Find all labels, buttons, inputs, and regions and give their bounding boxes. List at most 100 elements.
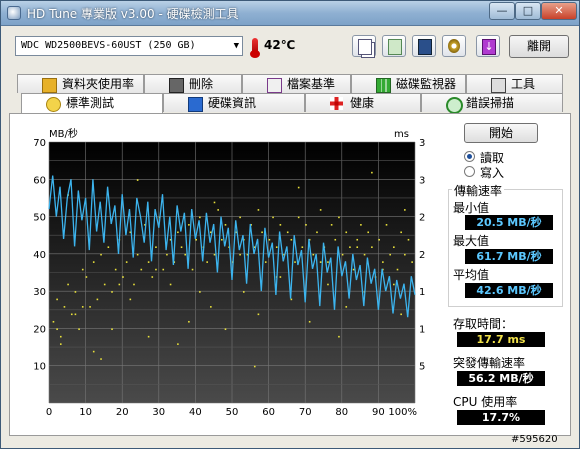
right-axis-ticks: 5 10 15 20 25 30 35: [419, 138, 425, 373]
left-axis-tick-label: 70: [33, 138, 46, 149]
access-time-point: [341, 253, 344, 256]
access-time-point: [239, 216, 241, 219]
x-axis-tick-label: 20: [116, 407, 129, 418]
tab-benchmark[interactable]: 標準測試: [21, 93, 163, 114]
tab-health[interactable]: 健康: [305, 93, 421, 112]
access-time-point: [100, 253, 102, 256]
copy-info-button[interactable]: [352, 35, 376, 57]
left-axis-tick-label: 10: [33, 362, 46, 373]
access-time-point: [334, 238, 337, 241]
tab-tools[interactable]: 工具: [466, 74, 563, 93]
title-bar[interactable]: HD Tune 專業版 v3.00 - 硬碟檢測工具 — □ ✕: [1, 1, 579, 26]
transfer-rate-title: 傳輸速率: [452, 182, 505, 199]
access-time-point: [180, 246, 183, 248]
file-benchmark-icon: [267, 78, 282, 93]
x-axis-tick-label: 90: [372, 407, 385, 418]
max-label: 最大值: [453, 234, 490, 248]
start-button[interactable]: 開始: [464, 123, 538, 143]
access-time-point: [393, 246, 395, 248]
speaker-icon: [491, 78, 506, 93]
access-time-point: [147, 261, 150, 263]
folder-icon: [42, 78, 57, 93]
close-button[interactable]: ✕: [541, 2, 577, 20]
access-time-point: [147, 335, 150, 338]
tab-label: 標準測試: [66, 96, 115, 110]
access-time-point: [111, 328, 113, 331]
access-time-point: [191, 268, 194, 271]
access-time-point: [279, 224, 282, 226]
access-time-point: [338, 335, 340, 338]
app-window: HD Tune 專業版 v3.00 - 硬碟檢測工具 — □ ✕ WDC WD2…: [0, 0, 580, 449]
copy-screenshot-button[interactable]: [382, 35, 406, 57]
access-time-point: [275, 246, 278, 248]
access-time-point: [356, 246, 359, 248]
access-time-point: [74, 291, 77, 293]
download-button[interactable]: ↓: [476, 35, 500, 57]
tab-folder-usage[interactable]: 資料夾使用率: [17, 74, 144, 93]
access-time-point: [188, 320, 190, 323]
window-title: HD Tune 專業版 v3.00 - 硬碟檢測工具: [27, 7, 239, 21]
access-time-point: [253, 365, 256, 368]
access-time-point: [382, 261, 384, 263]
left-axis-tick-label: 60: [33, 175, 46, 186]
access-time-point: [140, 268, 143, 271]
access-time-point: [114, 268, 117, 271]
tab-delete[interactable]: 刪除: [144, 74, 242, 93]
x-axis-tick-label: 80: [335, 407, 348, 418]
write-radio[interactable]: [464, 166, 475, 177]
access-time-point: [356, 238, 359, 241]
right-axis-tick-label: 35: [419, 138, 425, 149]
access-time-point: [92, 261, 95, 263]
exit-button[interactable]: 離開: [509, 35, 569, 58]
temperature-readout: 42℃: [264, 38, 296, 52]
access-time-point: [155, 268, 157, 271]
access-time-point: [111, 291, 113, 293]
toolbar: WDC WD2500BEVS-60UST (250 GB) ▼ 42℃ ↓ 離開: [1, 26, 579, 68]
access-time-point: [118, 283, 121, 286]
avg-value: 42.6 MB/秒: [465, 283, 553, 298]
write-label[interactable]: 寫入: [480, 164, 504, 181]
maximize-button[interactable]: □: [515, 2, 541, 20]
watermark: #595620: [511, 434, 558, 445]
access-time-point: [122, 276, 124, 278]
tab-disk-monitor[interactable]: 磁碟監視器: [351, 74, 466, 93]
x-axis-tick-label: 50: [226, 407, 239, 418]
min-label: 最小值: [453, 201, 490, 215]
read-radio[interactable]: [464, 151, 475, 162]
access-time-point: [301, 246, 304, 248]
tab-row-top: 資料夾使用率 刪除 檔案基準 磁碟監視器 工具: [17, 74, 563, 93]
access-time-point: [56, 328, 58, 331]
access-time-label: 存取時間：: [453, 317, 514, 331]
access-time-point: [74, 313, 77, 316]
access-time-point: [184, 253, 187, 256]
save-button[interactable]: [412, 35, 436, 57]
access-time-point: [136, 253, 139, 256]
access-time-point: [210, 306, 212, 308]
x-axis-tick-label: 0: [46, 407, 52, 418]
drive-select[interactable]: WDC WD2500BEVS-60UST (250 GB) ▼: [15, 36, 243, 56]
access-time-point: [371, 171, 373, 174]
access-time-point: [155, 246, 157, 248]
drive-select-value: WDC WD2500BEVS-60UST (250 GB): [21, 40, 196, 51]
options-button[interactable]: [442, 35, 466, 57]
x-axis-tick-label: 100%: [388, 407, 417, 418]
access-time-point: [290, 238, 293, 241]
access-time-point: [327, 283, 329, 286]
access-time-point: [59, 343, 62, 345]
access-time-point: [199, 216, 201, 219]
tab-file-benchmark[interactable]: 檔案基準: [242, 74, 351, 93]
access-time-point: [396, 268, 399, 271]
access-time-point: [151, 276, 154, 278]
minimize-button[interactable]: —: [489, 2, 515, 20]
gear-icon: [448, 39, 460, 53]
tab-error-scan[interactable]: 錯誤掃描: [421, 93, 563, 114]
x-axis-tick-label: 70: [299, 407, 312, 418]
access-time-point: [400, 231, 402, 234]
tab-disk-info[interactable]: 硬碟資訊: [163, 93, 305, 112]
access-time-point: [107, 246, 110, 248]
chevron-down-icon[interactable]: ▼: [234, 37, 239, 55]
access-time-point: [224, 328, 227, 331]
access-time-point: [327, 261, 329, 263]
trash-icon: [169, 78, 184, 93]
avg-label: 平均值: [453, 268, 490, 282]
